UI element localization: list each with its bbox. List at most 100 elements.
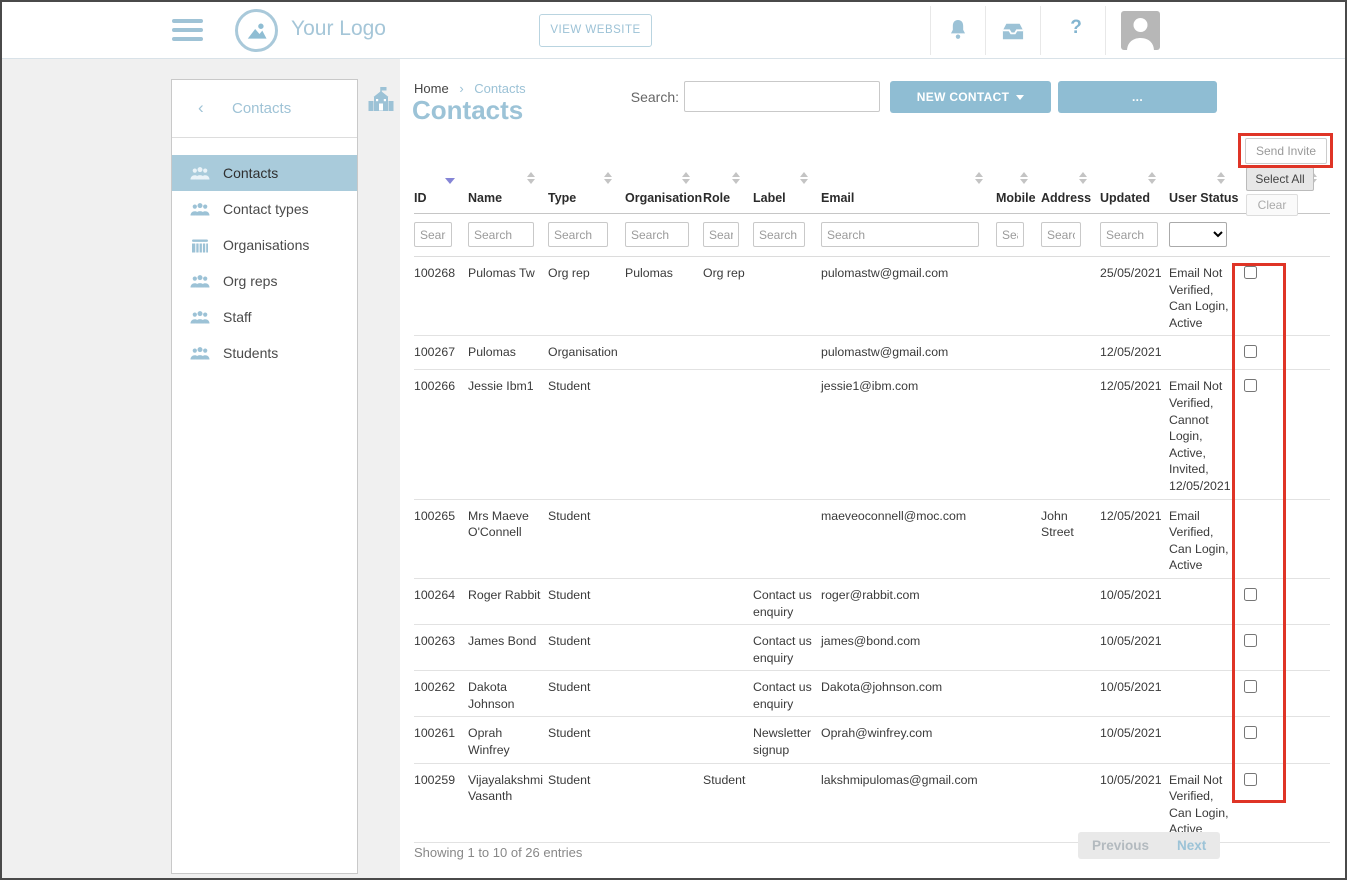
sidebar-item-contact-types[interactable]: Contact types — [172, 191, 357, 227]
table-row: 100264Roger RabbitStudentContact us enqu… — [414, 578, 1330, 624]
cell-checkbox — [1238, 578, 1290, 624]
sidebar-item-students[interactable]: Students — [172, 335, 357, 371]
notifications-bell-icon[interactable] — [947, 18, 969, 43]
sort-desc-icon — [445, 178, 455, 184]
chevron-left-icon[interactable]: ‹ — [198, 98, 204, 118]
breadcrumb-home[interactable]: Home — [414, 81, 449, 96]
send-invite-button[interactable]: Send Invite — [1245, 138, 1327, 164]
cell-updated: 12/05/2021 — [1100, 336, 1169, 370]
filter-input-role[interactable] — [703, 222, 739, 247]
row-select-checkbox[interactable] — [1244, 345, 1257, 358]
row-select-checkbox[interactable] — [1244, 634, 1257, 647]
view-website-button[interactable]: VIEW WEBSITE — [539, 14, 652, 47]
search-input[interactable] — [684, 81, 880, 112]
filter-cell-address — [1041, 214, 1100, 257]
select-all-button[interactable]: Select All — [1246, 167, 1314, 191]
filter-input-type[interactable] — [548, 222, 608, 247]
cell-organisation: Pulomas — [625, 257, 703, 336]
sort-control-address[interactable] — [1041, 165, 1100, 191]
sort-control-type[interactable] — [548, 165, 625, 191]
column-filters-row — [414, 214, 1330, 257]
filter-input-email[interactable] — [821, 222, 979, 247]
sidebar-item-staff[interactable]: Staff — [172, 299, 357, 335]
column-header-organisation[interactable]: Organisation — [625, 191, 703, 214]
column-header-name[interactable]: Name — [468, 191, 548, 214]
cell-user_status — [1169, 578, 1238, 624]
filter-input-label[interactable] — [753, 222, 805, 247]
avatar[interactable] — [1121, 11, 1160, 50]
breadcrumb-current: Contacts — [474, 81, 525, 96]
cell-id: 100264 — [414, 578, 468, 624]
filter-input-organisation[interactable] — [625, 222, 689, 247]
column-header-type[interactable]: Type — [548, 191, 625, 214]
cell-mobile — [996, 763, 1041, 842]
sort-control-email[interactable] — [821, 165, 996, 191]
inbox-icon[interactable] — [1001, 22, 1025, 41]
next-button[interactable]: Next — [1163, 838, 1220, 853]
sort-control-updated[interactable] — [1100, 165, 1169, 191]
cell-mobile — [996, 257, 1041, 336]
showing-entries-text: Showing 1 to 10 of 26 entries — [414, 845, 582, 860]
sort-control-mobile[interactable] — [996, 165, 1041, 191]
sort-control-id[interactable] — [414, 165, 468, 191]
row-select-checkbox[interactable] — [1244, 680, 1257, 693]
row-select-checkbox[interactable] — [1244, 726, 1257, 739]
column-header-label[interactable]: Label — [753, 191, 821, 214]
cell-role — [703, 625, 753, 671]
cell-name: Jessie Ibm1 — [468, 370, 548, 499]
sort-control-name[interactable] — [468, 165, 548, 191]
sort-both-icon — [1148, 172, 1156, 184]
filter-cell-email — [821, 214, 996, 257]
sidebar-item-contacts[interactable]: Contacts — [172, 155, 357, 191]
cell-type: Student — [548, 625, 625, 671]
clear-button[interactable]: Clear — [1246, 194, 1298, 216]
previous-button[interactable]: Previous — [1078, 838, 1163, 853]
row-select-checkbox[interactable] — [1244, 588, 1257, 601]
sort-control-user_status[interactable] — [1169, 165, 1238, 191]
filter-input-address[interactable] — [1041, 222, 1081, 247]
sidebar-item-organisations[interactable]: Organisations — [172, 227, 357, 263]
filter-input-mobile[interactable] — [996, 222, 1024, 247]
row-select-checkbox[interactable] — [1244, 379, 1257, 392]
column-header-address[interactable]: Address — [1041, 191, 1100, 214]
new-contact-button[interactable]: NEW CONTACT — [890, 81, 1051, 113]
sidebar-item-org-reps[interactable]: Org reps — [172, 263, 357, 299]
column-header-user_status[interactable]: User Status — [1169, 191, 1238, 214]
table-row: 100263James BondStudentContact us enquir… — [414, 625, 1330, 671]
filter-input-updated[interactable] — [1100, 222, 1158, 247]
more-actions-button[interactable]: ... — [1058, 81, 1217, 113]
school-building-icon[interactable] — [367, 86, 395, 113]
column-header-role[interactable]: Role — [703, 191, 753, 214]
cell-role — [703, 499, 753, 578]
photo-icon — [244, 18, 270, 44]
cell-label — [753, 499, 821, 578]
row-select-checkbox[interactable] — [1244, 266, 1257, 279]
cell-email: pulomastw@gmail.com — [821, 336, 996, 370]
cell-email: roger@rabbit.com — [821, 578, 996, 624]
sort-control-organisation[interactable] — [625, 165, 703, 191]
sort-control-label[interactable] — [753, 165, 821, 191]
cell-name: Dakota Johnson — [468, 671, 548, 717]
table-row: 100261Oprah WinfreyStudentNewsletter sig… — [414, 717, 1330, 763]
cell-name: Oprah Winfrey — [468, 717, 548, 763]
column-header-id[interactable]: ID — [414, 191, 468, 214]
row-select-checkbox[interactable] — [1244, 773, 1257, 786]
hamburger-menu-icon[interactable] — [172, 19, 203, 41]
help-icon[interactable]: ? — [1066, 17, 1086, 39]
logo[interactable] — [235, 9, 278, 52]
sort-control-role[interactable] — [703, 165, 753, 191]
cell-id: 100263 — [414, 625, 468, 671]
filter-cell-extra — [1290, 214, 1330, 257]
sort-both-icon — [682, 172, 690, 184]
header-divider — [1105, 6, 1106, 55]
filter-select-user_status[interactable] — [1169, 222, 1227, 247]
column-header-mobile[interactable]: Mobile — [996, 191, 1041, 214]
filter-input-id[interactable] — [414, 222, 452, 247]
filter-input-name[interactable] — [468, 222, 534, 247]
cell-extra — [1290, 625, 1330, 671]
cell-updated: 10/05/2021 — [1100, 625, 1169, 671]
column-header-updated[interactable]: Updated — [1100, 191, 1169, 214]
table-row: 100259Vijayalakshmi VasanthStudentStuden… — [414, 763, 1330, 842]
column-header-email[interactable]: Email — [821, 191, 996, 214]
cell-id: 100262 — [414, 671, 468, 717]
